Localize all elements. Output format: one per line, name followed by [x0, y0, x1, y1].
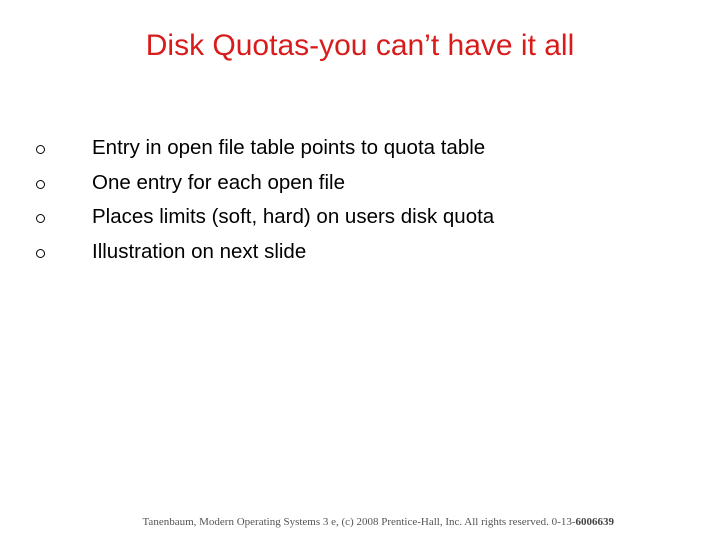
bullet-text: Places limits (soft, hard) on users disk…	[92, 205, 495, 228]
slide: Disk Quotas-you can’t have it all Entry …	[0, 0, 720, 540]
hollow-circle-bullet-icon	[36, 179, 45, 189]
hollow-circle-bullet-icon	[36, 145, 45, 155]
slide-title: Disk Quotas-you can’t have it all	[145, 29, 575, 62]
hollow-circle-bullet-icon	[36, 214, 45, 224]
bullet-text: Entry in open file table points to quota…	[92, 136, 486, 159]
bullet-text: One entry for each open file	[92, 170, 345, 194]
hollow-circle-bullet-icon	[36, 248, 45, 258]
footer-text: Tanenbaum, Modern Operating Systems 3 e,…	[142, 516, 576, 528]
bullet-text: Illustration on next slide	[92, 239, 307, 263]
copyright-footer: Tanenbaum, Modern Operating Systems 3 e,…	[0, 516, 720, 528]
footer-isbn: 6006639	[575, 516, 615, 528]
